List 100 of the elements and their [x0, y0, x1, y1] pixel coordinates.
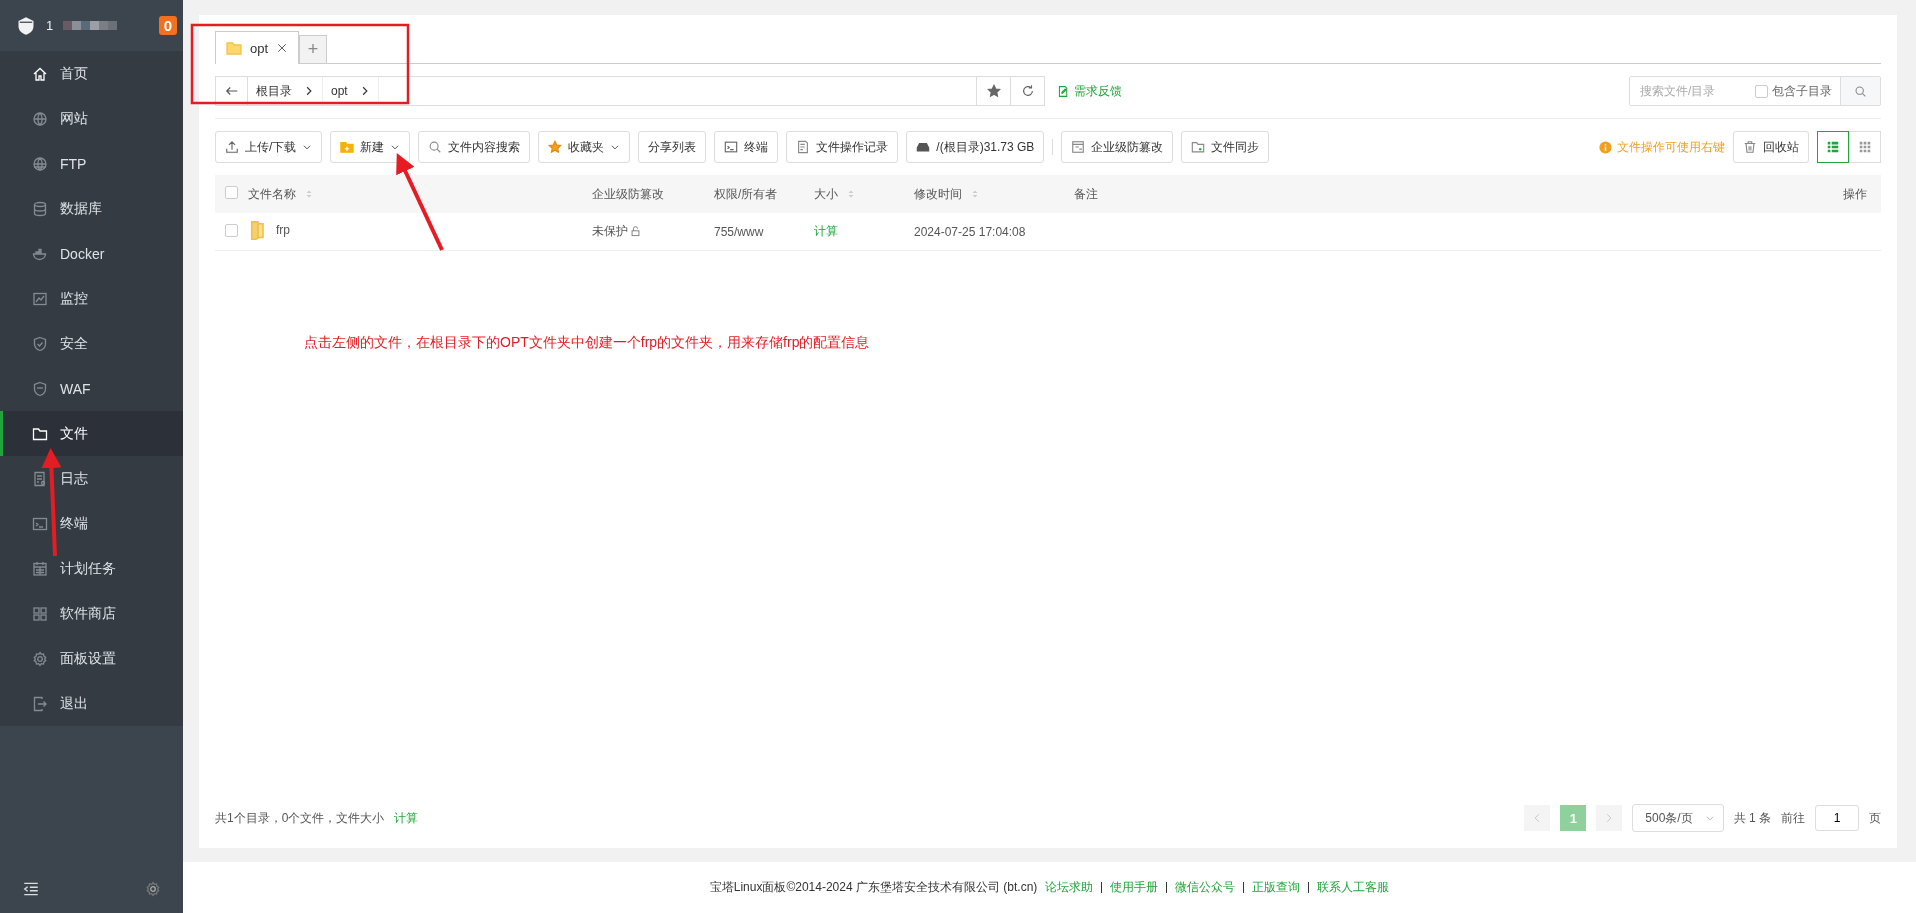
column-header: 企业级防篡改 — [592, 185, 664, 203]
column-header: 权限/所有者 — [714, 185, 778, 203]
sidebar-item[interactable]: Docker — [0, 231, 183, 276]
folder-sync-icon — [1191, 140, 1206, 154]
logout-icon — [32, 695, 48, 712]
toolbar-button[interactable]: /(根目录)31.73 GB — [906, 131, 1045, 163]
search-icon — [428, 140, 443, 154]
sidebar-item[interactable]: WAF — [0, 366, 183, 411]
sidebar-item[interactable]: 文件 — [0, 411, 183, 456]
file-name[interactable]: frp — [276, 223, 290, 237]
chevron-right-icon — [304, 86, 314, 96]
table-cell: 未保护 — [592, 223, 628, 240]
info-icon — [1599, 140, 1612, 154]
table-cell: 2024-07-25 17:04:08 — [914, 224, 1026, 239]
sidebar-item[interactable]: 面板设置 — [0, 636, 183, 681]
file-tab[interactable]: opt — [215, 31, 300, 64]
annotation-text: 点击左侧的文件，在根目录下的OPT文件夹中创建一个frp的文件夹，用来存储frp的配置信息 — [304, 334, 870, 352]
upload-icon — [225, 140, 239, 154]
summary-text: 共1个目录，0个文件，文件大小 — [215, 809, 385, 827]
toolbar-button[interactable]: 文件同步 — [1181, 131, 1270, 163]
table-cell: 755/www — [714, 224, 764, 239]
column-header[interactable]: 大小 — [814, 185, 856, 203]
toolbar-button[interactable]: 新建 — [330, 131, 411, 163]
refresh-icon — [1020, 84, 1035, 98]
search-icon — [1854, 84, 1867, 98]
sort-icon — [846, 189, 856, 199]
list-view-button[interactable] — [1817, 131, 1849, 163]
sidebar-item[interactable]: 日志 — [0, 456, 183, 501]
grid-view-button[interactable] — [1849, 131, 1881, 163]
new-folder-icon — [340, 140, 355, 154]
select-all-checkbox[interactable] — [225, 186, 238, 199]
toolbar-button[interactable]: 上传/下载 — [215, 131, 323, 163]
globe-icon — [32, 155, 48, 172]
grid-icon — [32, 605, 48, 622]
goto-page-field[interactable]: 1 — [1815, 805, 1859, 831]
sort-icon — [304, 189, 314, 199]
sidebar-item[interactable]: 监控 — [0, 276, 183, 321]
unlock-icon — [630, 226, 641, 237]
globe-icon — [32, 110, 48, 127]
sidebar-item[interactable]: 退出 — [0, 681, 183, 726]
star-icon — [986, 84, 1001, 98]
list-icon — [1826, 140, 1840, 154]
monitor-icon — [32, 290, 48, 307]
shield-logo-icon — [16, 15, 36, 36]
refresh-button[interactable] — [1011, 76, 1045, 106]
caret-icon — [610, 142, 621, 152]
settings-icon — [145, 881, 161, 897]
column-header[interactable]: 修改时间 — [914, 185, 980, 203]
toolbar-button[interactable]: 终端 — [714, 131, 779, 163]
caret-icon — [302, 142, 313, 152]
folder-icon — [226, 40, 242, 56]
sidebar-item[interactable]: 首页 — [0, 51, 183, 96]
sidebar-item[interactable]: FTP — [0, 141, 183, 186]
star-icon — [548, 140, 563, 154]
toolbar-button[interactable]: 企业级防篡改 — [1061, 131, 1174, 163]
column-header: 操作 — [1843, 185, 1867, 203]
caret-icon — [1704, 813, 1715, 823]
goto-label: 前往 — [1781, 809, 1805, 827]
sort-icon — [970, 189, 980, 199]
arrow-left-icon — [224, 84, 239, 98]
breadcrumb-item[interactable]: opt — [323, 77, 379, 105]
terminal-icon — [32, 515, 48, 532]
recycle-bin-button[interactable]: 回收站 — [1733, 131, 1809, 163]
edit-icon — [1057, 84, 1070, 98]
sidebar-item[interactable]: 数据库 — [0, 186, 183, 231]
terminal-icon — [724, 140, 739, 154]
caret-icon — [390, 142, 401, 152]
favorite-button[interactable] — [977, 76, 1011, 106]
log-icon — [32, 470, 48, 487]
search-button[interactable] — [1840, 77, 1880, 105]
collapse-menu-icon — [22, 880, 40, 898]
sidebar-item[interactable]: 软件商店 — [0, 591, 183, 636]
sidebar-item[interactable]: 终端 — [0, 501, 183, 546]
search-bar[interactable]: 搜索文件/目录 包含子目录 — [1629, 76, 1881, 106]
path-bar[interactable]: 根目录 opt — [215, 76, 977, 106]
previous-page-button[interactable] — [1524, 805, 1551, 831]
redacted-text — [63, 21, 118, 30]
checkbox[interactable] — [1755, 84, 1768, 98]
sidebar-item[interactable]: 计划任务 — [0, 546, 183, 591]
shield-icon — [32, 335, 48, 352]
column-header[interactable]: 文件名称 — [248, 185, 314, 203]
next-page-button[interactable] — [1596, 805, 1623, 831]
toolbar-button[interactable]: 分享列表 — [638, 131, 707, 163]
copyright-text: 宝塔Linux面板©2014-2024 广东堡塔安全技术有限公司 (bt.cn) — [709, 879, 1038, 896]
sidebar-item[interactable]: 网站 — [0, 96, 183, 141]
hint-text: 文件操作可使用右键 — [1599, 138, 1725, 156]
toolbar-button[interactable]: 文件操作记录 — [786, 131, 899, 163]
document-icon — [796, 140, 811, 154]
toolbar-button[interactable]: 收藏夹 — [538, 131, 631, 163]
trash-icon — [1743, 140, 1757, 154]
calendar-icon — [32, 560, 48, 577]
sidebar-item[interactable]: 安全 — [0, 321, 183, 366]
toolbar-button[interactable]: 文件内容搜索 — [418, 131, 531, 163]
breadcrumb-item[interactable]: 根目录 — [248, 77, 323, 105]
shield-icon — [32, 380, 48, 397]
settings-icon — [32, 650, 48, 667]
row-checkbox[interactable] — [225, 223, 238, 237]
page-size-select[interactable]: 500条/页 — [1632, 804, 1724, 832]
total-count: 共 1 条 — [1733, 809, 1771, 827]
close-icon — [276, 42, 289, 54]
